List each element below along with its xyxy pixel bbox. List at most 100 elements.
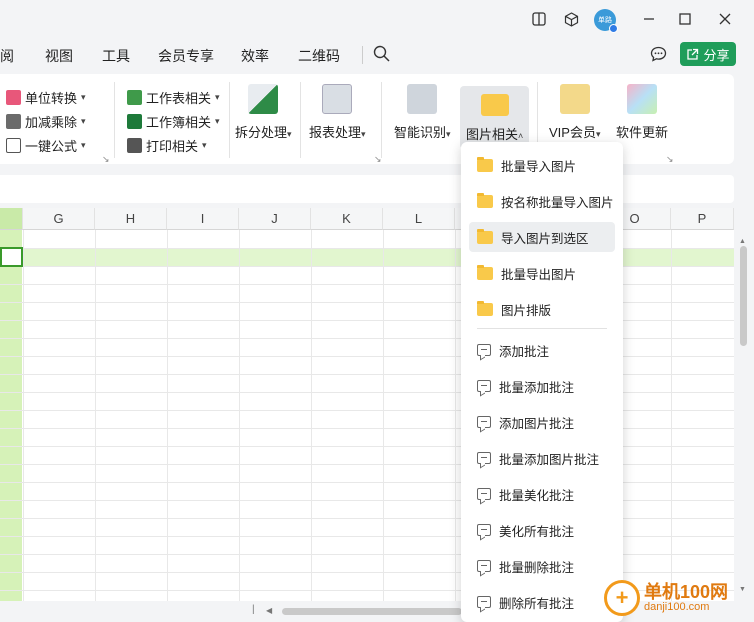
column-header-j[interactable]: J [239, 208, 311, 230]
comment-icon [477, 380, 491, 392]
batch-export-images-item[interactable]: 批量导出图片 [469, 258, 615, 288]
folder-icon [477, 192, 493, 208]
row-gridline [0, 266, 734, 267]
sheet-scroll-divider-icon[interactable]: | [252, 604, 255, 615]
column-header-i[interactable]: I [167, 208, 239, 230]
import-images-by-name-item[interactable]: 按名称批量导入图片 [469, 186, 615, 216]
row-gridline [0, 302, 734, 303]
row-gridline [0, 518, 734, 519]
smart-recognize-button[interactable]: 智能识别▾ [394, 84, 451, 141]
active-cell[interactable] [0, 247, 23, 267]
ribbon-separator [381, 82, 382, 158]
split-process-label: 拆分处理 [235, 125, 288, 140]
report-process-button[interactable]: 报表处理▾ [309, 84, 366, 141]
menu-bar: 阅 视图 工具 会员专享 效率 二维码 [0, 38, 754, 72]
row-gridline [0, 338, 734, 339]
report-process-label: 报表处理 [309, 125, 362, 140]
spreadsheet-grid[interactable]: G H I J K L M N O P [0, 208, 734, 601]
formula-bar[interactable] [0, 175, 734, 203]
column-header-l[interactable]: L [383, 208, 455, 230]
row-gridline [0, 572, 734, 573]
folder-icon [477, 156, 493, 172]
menu-tools[interactable]: 工具 [102, 46, 130, 66]
batch-add-comments-item[interactable]: 批量添加批注 [469, 371, 615, 401]
worksheet-button[interactable]: 工作表相关 ▾ [127, 88, 220, 107]
column-gridline [167, 230, 168, 601]
worksheet-label: 工作表相关 [146, 91, 212, 106]
row-gridline [0, 464, 734, 465]
menu-item-label: 美化所有批注 [499, 524, 575, 539]
ribbon-separator [300, 82, 301, 158]
menu-review[interactable]: 阅 [0, 46, 14, 66]
unit-convert-button[interactable]: 单位转换 ▾ [6, 88, 86, 107]
column-header-h[interactable]: H [95, 208, 167, 230]
one-click-formula-button[interactable]: 一键公式 ▾ [6, 136, 86, 155]
minimize-icon[interactable] [638, 8, 660, 30]
import-images-to-selection-item[interactable]: 导入图片到选区 [469, 222, 615, 252]
image-layout-item[interactable]: 图片排版 [469, 294, 615, 324]
layout-icon[interactable] [528, 8, 550, 30]
column-header-selected[interactable] [0, 208, 23, 230]
chat-icon[interactable] [650, 46, 667, 65]
column-gridline [95, 230, 96, 601]
software-update-label: 软件更新 [616, 125, 669, 140]
vertical-scrollbar[interactable]: ▲ ▼ [734, 208, 754, 601]
batch-import-images-item[interactable]: 批量导入图片 [469, 150, 615, 180]
menu-item-label: 批量添加图片批注 [499, 452, 600, 467]
maximize-icon[interactable] [674, 8, 696, 30]
close-icon[interactable] [714, 8, 736, 30]
scroll-up-icon[interactable]: ▲ [739, 238, 746, 245]
row-gridline [0, 536, 734, 537]
group-launcher-icon[interactable]: ↘ [374, 154, 382, 165]
vertical-scroll-thumb[interactable] [740, 246, 747, 346]
share-button[interactable]: 分享 [680, 42, 736, 66]
comment-icon [477, 416, 491, 428]
watermark-text: 单机100网 [644, 582, 729, 602]
selected-column-highlight [0, 230, 22, 601]
selected-row-highlight [22, 248, 734, 266]
menu-item-label: 批量美化批注 [499, 488, 575, 503]
horizontal-scroll-thumb[interactable] [282, 608, 462, 615]
vip-member-button[interactable]: VIP会员▾ [549, 84, 601, 141]
software-update-button[interactable]: 软件更新 [616, 84, 668, 141]
column-gridline [311, 230, 312, 601]
batch-add-image-comments-item[interactable]: 批量添加图片批注 [469, 443, 615, 473]
print-button[interactable]: 打印相关 ▾ [127, 136, 207, 155]
image-related-label: 图片相关 [466, 127, 519, 142]
search-icon[interactable] [373, 45, 390, 65]
column-header-g[interactable]: G [23, 208, 95, 230]
group-launcher-icon[interactable]: ↘ [666, 154, 674, 165]
watermark: + 单机100网 danji100.com [604, 580, 728, 616]
menu-item-label: 按名称批量导入图片 [501, 195, 614, 210]
menu-member[interactable]: 会员专享 [158, 46, 214, 66]
menu-efficiency[interactable]: 效率 [241, 46, 269, 66]
row-gridline [0, 428, 734, 429]
delete-all-comments-item[interactable]: 删除所有批注 [469, 587, 615, 617]
menu-item-label: 删除所有批注 [499, 596, 575, 611]
image-related-button[interactable]: 图片相关˄ [460, 86, 530, 149]
workbook-button[interactable]: 工作簿相关 ▾ [127, 112, 220, 131]
group-launcher-icon[interactable]: ↘ [102, 154, 110, 165]
scroll-left-icon[interactable]: ◀ [266, 606, 272, 615]
batch-delete-comments-item[interactable]: 批量删除批注 [469, 551, 615, 581]
user-avatar[interactable]: 单路 [594, 9, 618, 33]
column-header-k[interactable]: K [311, 208, 383, 230]
row-gridline [0, 320, 734, 321]
folder-icon [480, 94, 509, 116]
batch-beautify-comments-item[interactable]: 批量美化批注 [469, 479, 615, 509]
add-comment-item[interactable]: 添加批注 [469, 335, 615, 365]
folder-icon [477, 300, 493, 316]
menu-qrcode[interactable]: 二维码 [298, 46, 340, 66]
column-gridline [671, 230, 672, 601]
folder-icon [477, 264, 493, 280]
cube-icon[interactable] [560, 8, 582, 30]
worksheet-icon [127, 90, 142, 105]
arithmetic-button[interactable]: 加减乘除 ▾ [6, 112, 86, 131]
column-header-p[interactable]: P [671, 208, 734, 230]
scroll-down-icon[interactable]: ▼ [739, 586, 746, 593]
split-process-button[interactable]: 拆分处理▾ [235, 84, 292, 141]
split-excel-icon [248, 84, 279, 114]
beautify-all-comments-item[interactable]: 美化所有批注 [469, 515, 615, 545]
menu-view[interactable]: 视图 [45, 46, 73, 66]
add-image-comment-item[interactable]: 添加图片批注 [469, 407, 615, 437]
